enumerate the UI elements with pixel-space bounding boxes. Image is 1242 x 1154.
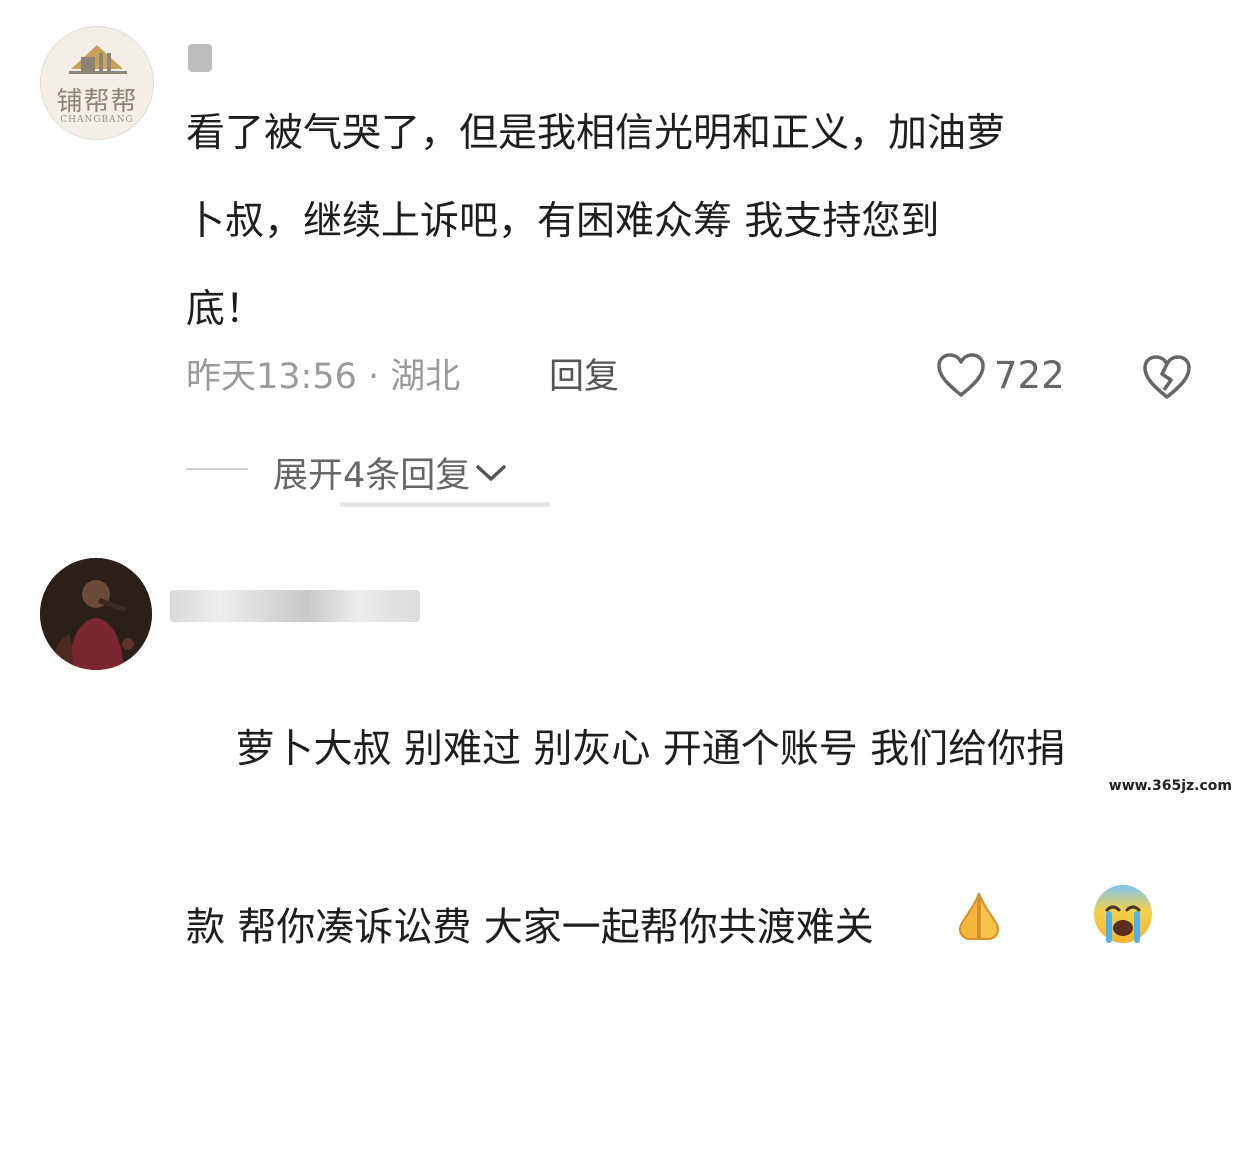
house-logo-icon [69,45,127,74]
comment-time-location: 昨天13:56 · 湖北 [186,357,461,397]
username-redacted[interactable] [188,44,212,72]
expand-replies-button[interactable]: 展开4条回复 [273,447,508,498]
comment-text: 看了被气哭了，但是我相信光明和正义，加油萝 卜叔，继续上诉吧，有困难众筹 我支持… [186,111,1006,332]
broken-heart-icon [1143,355,1191,399]
avatar[interactable] [40,558,152,670]
chevron-down-icon [476,464,507,481]
reply-button[interactable]: 回复 [549,348,619,399]
crying-face-icon [1016,794,1154,1066]
watermark: www.365jz.com [1108,778,1232,794]
like-button[interactable]: 722 [936,352,1065,398]
expand-divider [186,468,248,470]
avatar-logo-subtext: CHANGBANG [60,115,134,125]
folded-hands-icon [874,795,1010,1065]
singer-photo-icon [40,558,152,670]
scroll-artifact-bar [340,502,550,507]
avatar-logo-text: 铺帮帮 [56,87,138,117]
like-count: 722 [994,353,1065,397]
comment-text: 萝卜大叔 别难过 别灰心 开通个账号 我们给你捐 款 帮你凑诉讼费 大家一起帮你… [186,618,1206,1154]
heart-icon [937,353,985,397]
avatar[interactable]: 铺帮帮 CHANGBANG [40,26,154,140]
expand-replies-label: 展开4条回复 [273,456,471,496]
dislike-button[interactable] [1142,354,1192,404]
